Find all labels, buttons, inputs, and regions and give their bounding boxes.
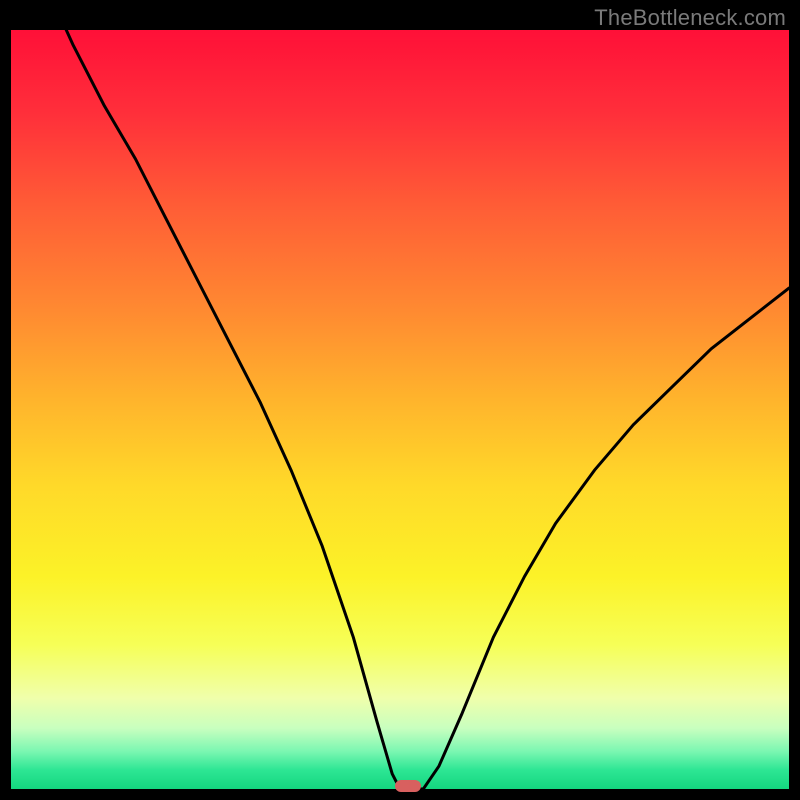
watermark-text: TheBottleneck.com <box>594 5 786 31</box>
chart-stage: TheBottleneck.com <box>0 0 800 800</box>
plot-area <box>11 30 789 789</box>
minimum-marker <box>395 780 421 792</box>
bottleneck-curve <box>11 30 789 789</box>
curve-path <box>11 30 789 789</box>
